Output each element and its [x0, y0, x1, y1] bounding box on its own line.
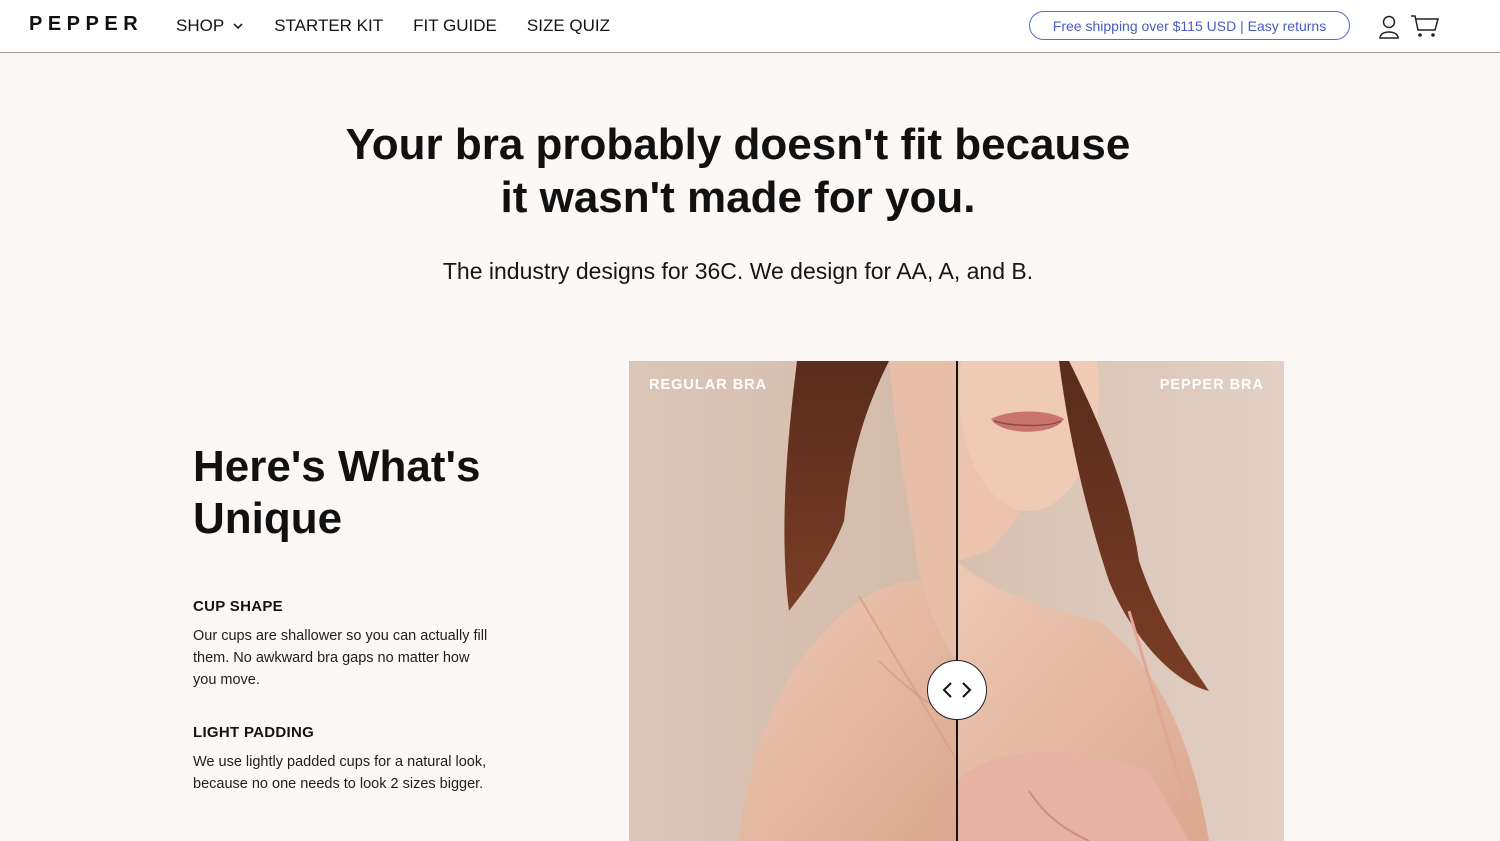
- feature-title-light-padding: LIGHT PADDING: [193, 724, 315, 741]
- feature-body-light-padding: We use lightly padded cups for a natural…: [193, 754, 487, 792]
- hero-headline-line1: Your bra probably doesn't fit because: [345, 120, 1131, 169]
- slider-handle[interactable]: [927, 660, 987, 720]
- chevron-down-icon: [233, 23, 243, 30]
- comparison-slider[interactable]: REGULAR BRA PEPPER BRA: [629, 361, 1284, 841]
- nav-size-quiz[interactable]: SIZE QUIZ: [527, 16, 610, 36]
- nav-shop-label: SHOP: [176, 16, 225, 35]
- main-nav: SHOP STARTER KIT FIT GUIDE SIZE QUIZ: [176, 16, 640, 36]
- hero-headline-line2: it wasn't made for you.: [500, 173, 976, 222]
- feature-title-cup-shape: CUP SHAPE: [193, 598, 283, 615]
- hero-subhead: The industry designs for 36C. We design …: [442, 258, 1034, 284]
- nav-fit-guide[interactable]: FIT GUIDE: [413, 16, 497, 36]
- promo-banner[interactable]: Free shipping over $115 USD | Easy retur…: [1029, 11, 1350, 40]
- cart-icon: [1411, 15, 1439, 37]
- account-button[interactable]: [1375, 13, 1403, 41]
- cart-button[interactable]: [1408, 11, 1442, 41]
- account-icon: [1379, 15, 1399, 39]
- comparison-divider[interactable]: [956, 361, 958, 841]
- pepper-bra-label: PEPPER BRA: [1159, 377, 1264, 393]
- hero-headline: Your bra probably doesn't fit because it…: [300, 118, 1176, 224]
- feature-body-cup-shape: Our cups are shallower so you can actual…: [193, 628, 488, 688]
- chevron-left-right-icon: [942, 682, 972, 698]
- nav-starter-kit[interactable]: STARTER KIT: [274, 16, 383, 36]
- section-title: Here's What's Unique: [193, 442, 481, 543]
- brand-logo[interactable]: PEPPER: [29, 13, 143, 36]
- nav-shop[interactable]: SHOP: [176, 16, 244, 36]
- site-header: PEPPER SHOP STARTER KIT FIT GUIDE SIZE Q…: [0, 0, 1500, 53]
- regular-bra-label: REGULAR BRA: [649, 377, 768, 393]
